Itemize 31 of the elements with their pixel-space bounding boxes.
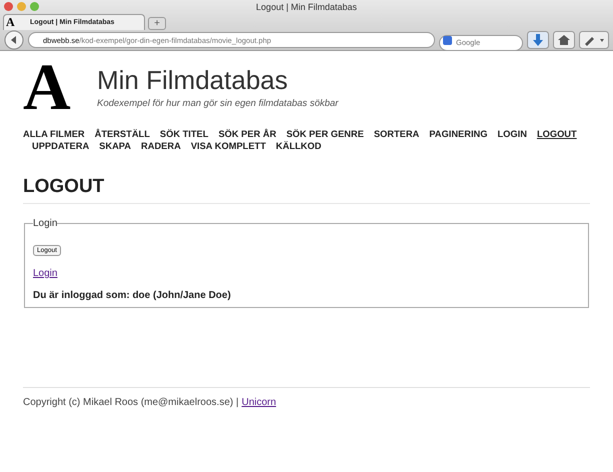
nav-link[interactable]: ÅTERSTÄLL (94, 128, 150, 140)
fieldset-legend: Login (33, 218, 58, 229)
nav-link[interactable]: LOGOUT (536, 128, 577, 140)
window-title: Logout | Min Filmdatabas (256, 2, 357, 12)
site-slogan: Kodexempel för hur man gör sin egen filmdatabas sökbar (97, 98, 338, 109)
nav-link[interactable]: SÖK TITEL (160, 128, 208, 140)
nav-link[interactable]: SÖK PER GENRE (286, 128, 364, 140)
nav-link[interactable]: SKAPA (99, 140, 132, 152)
login-link[interactable]: Login (33, 268, 58, 279)
page-heading: LOGOUT (23, 176, 590, 204)
home-icon[interactable] (553, 31, 575, 49)
new-tab-button[interactable]: + (148, 17, 166, 30)
footer-link[interactable]: Unicorn (242, 397, 276, 408)
search-engine-icon[interactable] (443, 36, 452, 45)
back-icon[interactable] (4, 30, 24, 50)
nav-link[interactable]: SORTERA (374, 128, 420, 140)
close-icon[interactable] (4, 2, 13, 11)
nav-link[interactable]: SÖK PER ÅR (218, 128, 276, 140)
nav-link[interactable]: PAGINERING (429, 128, 488, 140)
nav-link[interactable]: LOGIN (497, 128, 527, 140)
download-icon[interactable] (527, 31, 549, 49)
nav-link[interactable]: RADERA (141, 140, 181, 152)
nav-link[interactable]: UPPDATERA (32, 140, 90, 152)
tools-icon[interactable] (579, 31, 609, 49)
nav-link[interactable]: ALLA FILMER (23, 128, 85, 140)
nav-link[interactable]: VISA KOMPLETT (190, 140, 266, 152)
copyright-text: Copyright (c) Mikael Roos (me@mikaelroos.se) | (23, 397, 239, 408)
login-status: Du är inloggad som: doe (John/Jane Doe) (33, 290, 232, 301)
site-title: Min Filmdatabas (97, 65, 289, 96)
nav-link[interactable]: KÄLLKOD (276, 140, 322, 152)
logo: A (23, 59, 72, 117)
